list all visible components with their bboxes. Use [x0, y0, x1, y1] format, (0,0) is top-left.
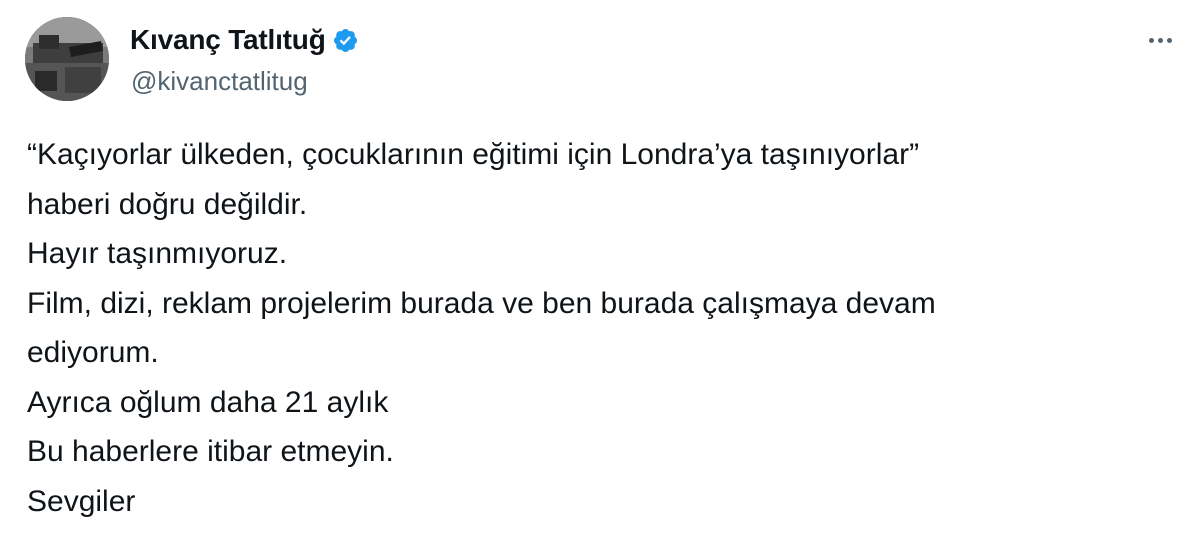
tweet-card: Kıvanç Tatlıtuğ @kivanctatlitug “Kaçıyor…	[0, 0, 1200, 539]
tweet-line: Film, dizi, reklam projelerim burada ve …	[27, 286, 936, 320]
tweet-line: Hayır taşınmıyoruz.	[27, 237, 288, 270]
tweet-text: “Kaçıyorlar ülkeden, çocuklarının eğitim…	[27, 130, 1167, 526]
display-name[interactable]: Kıvanç Tatlıtuğ	[130, 26, 326, 54]
tweet-line: Ayrıca oğlum daha 21 aylık	[27, 385, 389, 419]
tweet-line: Sevgiler	[27, 484, 136, 518]
tweet-line: haberi doğru değildir.	[27, 187, 308, 221]
avatar[interactable]	[25, 17, 109, 101]
tweet-line: ediyorum.	[27, 336, 159, 369]
tweet-line: “Kaçıyorlar ülkeden, çocuklarının eğitim…	[27, 138, 920, 171]
author-handle[interactable]: @kivanctatlitug	[131, 66, 308, 97]
tweet-line: Bu haberlere itibar etmeyin.	[27, 435, 394, 468]
more-options-button[interactable]	[1140, 20, 1180, 60]
author-row: Kıvanç Tatlıtuğ	[130, 20, 359, 60]
verified-badge-icon	[332, 27, 359, 54]
more-horizontal-icon	[1147, 37, 1174, 43]
